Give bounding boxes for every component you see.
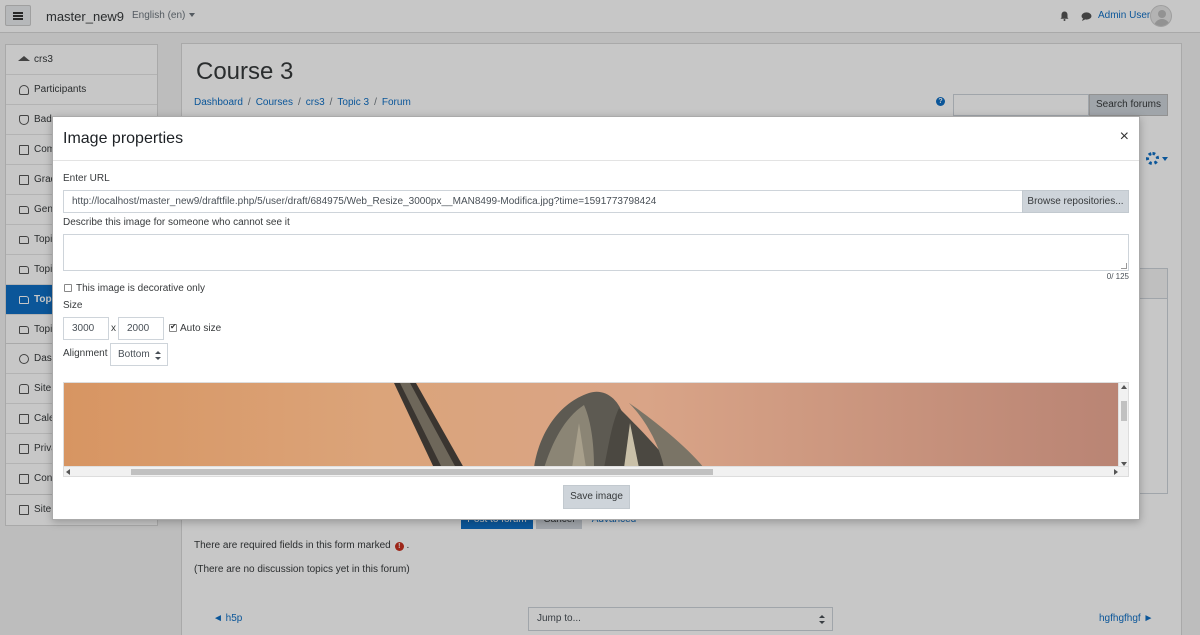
vertical-scroll-thumb[interactable] xyxy=(1121,401,1127,421)
url-label: Enter URL xyxy=(63,173,110,184)
alt-text-textarea[interactable] xyxy=(63,234,1129,271)
horizontal-scroll-thumb[interactable] xyxy=(131,469,713,475)
bird-wing-photo xyxy=(64,383,1120,468)
alignment-select[interactable]: Bottom xyxy=(110,343,168,366)
decorative-label: This image is decorative only xyxy=(76,283,205,294)
alignment-label: Alignment xyxy=(63,348,108,359)
dialog-header: Image properties × xyxy=(53,117,1139,161)
browse-repositories-button[interactable]: Browse repositories... xyxy=(1022,190,1129,213)
decorative-checkbox[interactable] xyxy=(64,284,72,292)
size-label: Size xyxy=(63,300,83,311)
size-separator: x xyxy=(111,323,116,334)
char-counter: 0/ 125 xyxy=(1106,272,1129,281)
dialog-title: Image properties xyxy=(63,130,184,147)
auto-size-label: Auto size xyxy=(180,323,222,334)
auto-size-checkbox[interactable] xyxy=(169,322,177,332)
close-icon[interactable]: × xyxy=(1120,129,1129,145)
alignment-value: Bottom xyxy=(118,349,150,360)
scroll-left-icon[interactable] xyxy=(66,469,70,475)
horizontal-scrollbar[interactable] xyxy=(64,466,1128,476)
scroll-right-icon[interactable] xyxy=(1114,469,1118,475)
image-properties-dialog: Image properties × Enter URL http://loca… xyxy=(52,116,1140,520)
image-preview xyxy=(63,382,1129,477)
width-input[interactable]: 3000 xyxy=(63,317,109,340)
save-image-button[interactable]: Save image xyxy=(563,485,630,509)
url-input[interactable]: http://localhost/master_new9/draftfile.p… xyxy=(63,190,1023,213)
alt-text-label: Describe this image for someone who cann… xyxy=(63,217,290,228)
resize-handle-icon[interactable] xyxy=(1121,263,1127,269)
select-arrows-icon xyxy=(155,351,161,360)
height-input[interactable]: 2000 xyxy=(118,317,164,340)
vertical-scrollbar[interactable] xyxy=(1118,383,1128,468)
scroll-up-icon[interactable] xyxy=(1121,385,1127,389)
